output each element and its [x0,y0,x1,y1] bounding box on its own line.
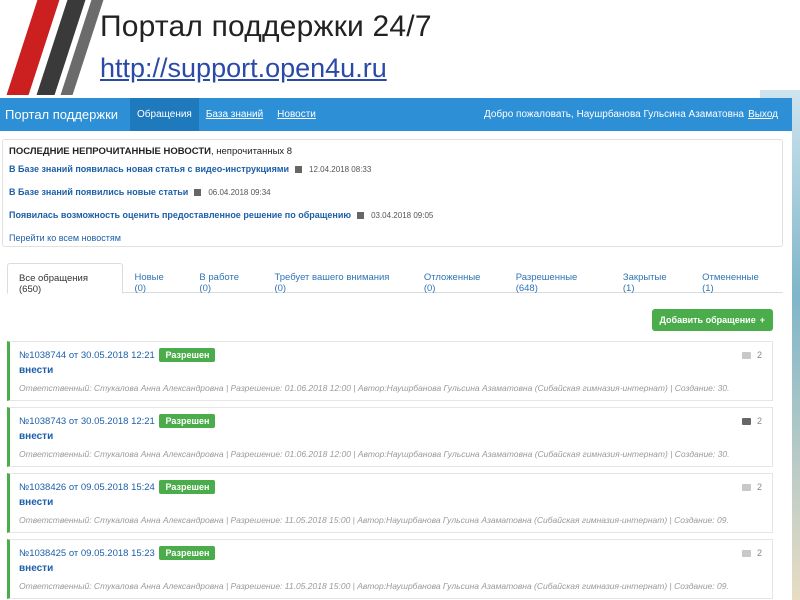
ticket-number[interactable]: №1038744 от 30.05.2018 12:21 [19,350,155,361]
news-item-link[interactable]: В Базе знаний появилась новая статья с в… [9,164,289,174]
add-request-label: Добавить обращение [659,315,756,325]
ticket-title[interactable]: внести [19,563,772,574]
status-badge: Разрешен [159,348,216,362]
ticket-number[interactable]: №1038743 от 30.05.2018 12:21 [19,416,155,427]
tab-postponed[interactable]: Отложенные (0) [413,263,505,294]
ticket-list: №1038744 от 30.05.2018 12:21 Разрешен вн… [7,341,773,600]
ticket-meta: Ответственный: Стукалова Анна Александро… [19,515,729,525]
ticket-card[interactable]: №1038426 от 09.05.2018 15:24 Разрешен вн… [7,473,773,533]
comment-count-value: 2 [756,350,762,360]
comment-count-value: 2 [756,416,762,426]
nav-requests[interactable]: Обращения [130,98,199,131]
ticket-header[interactable]: №1038425 от 09.05.2018 15:23 Разрешен [19,546,772,560]
news-unread-count: , непрочитанных 8 [211,146,293,157]
tab-closed[interactable]: Закрытые (1) [612,263,691,294]
all-news-link[interactable]: Перейти ко всем новостям [9,233,776,243]
comment-icon [741,352,751,359]
comment-count: 2 [741,416,762,426]
ticket-header[interactable]: №1038744 от 30.05.2018 12:21 Разрешен [19,348,772,362]
calendar-icon [357,212,365,219]
news-heading: ПОСЛЕДНИЕ НЕПРОЧИТАННЫЕ НОВОСТИ, непрочи… [9,146,776,157]
portal-window: Портал поддержки Обращения База знаний Н… [0,98,792,600]
nav-knowledge-base[interactable]: База знаний [199,98,270,131]
news-item-link[interactable]: В Базе знаний появились новые статьи [9,187,188,197]
top-navbar: Портал поддержки Обращения База знаний Н… [0,98,792,131]
news-item: В Базе знаний появилась новая статья с в… [9,164,776,174]
ticket-title[interactable]: внести [19,497,772,508]
news-item-date: 12.04.2018 08:33 [309,165,372,174]
slide-link[interactable]: http://support.open4u.ru [100,53,387,84]
tab-cancelled[interactable]: Отмененные (1) [691,263,783,294]
comment-count: 2 [741,482,762,492]
status-badge: Разрешен [159,480,216,494]
ticket-title[interactable]: внести [19,431,772,442]
news-heading-title: ПОСЛЕДНИЕ НЕПРОЧИТАННЫЕ НОВОСТИ [9,146,211,157]
news-item-link[interactable]: Появилась возможность оценить предоставл… [9,210,351,220]
ticket-number[interactable]: №1038426 от 09.05.2018 15:24 [19,482,155,493]
news-item: В Базе знаний появились новые статьи 06.0… [9,187,776,197]
comment-icon [741,484,751,491]
tab-new[interactable]: Новые (0) [123,263,188,294]
nav-news[interactable]: Новости [270,98,323,131]
comment-count-value: 2 [756,548,762,558]
comment-icon [741,550,751,557]
news-item-date: 06.04.2018 09:34 [208,188,271,197]
add-request-button[interactable]: Добавить обращение + [651,309,773,331]
comment-icon [741,418,751,425]
status-badge: Разрешен [159,414,216,428]
news-panel: ПОСЛЕДНИЕ НЕПРОЧИТАННЫЕ НОВОСТИ, непрочи… [2,139,783,247]
tab-all[interactable]: Все обращения (650) [7,263,124,295]
news-item: Появилась возможность оценить предоставл… [9,210,776,220]
comment-count: 2 [741,548,762,558]
comment-count: 2 [741,350,762,360]
logout-link[interactable]: Выход [748,109,778,120]
ticket-header[interactable]: №1038426 от 09.05.2018 15:24 Разрешен [19,480,772,494]
welcome-text: Добро пожаловать, Наушрбанова Гульсина А… [483,109,744,120]
tab-in-progress[interactable]: В работе (0) [188,263,263,294]
ticket-header[interactable]: №1038743 от 30.05.2018 12:21 Разрешен [19,414,772,428]
calendar-icon [295,166,303,173]
tab-needs-attention[interactable]: Требует вашего внимания (0) [263,263,412,294]
ticket-meta: Ответственный: Стукалова Анна Александро… [19,581,729,591]
slide-title: Портал поддержки 24/7 [100,10,432,43]
portal-brand[interactable]: Портал поддержки [0,107,130,122]
ticket-meta: Ответственный: Стукалова Анна Александро… [19,449,730,459]
ticket-card[interactable]: №1038425 от 09.05.2018 15:23 Разрешен вн… [7,539,773,599]
comment-count-value: 2 [756,482,762,492]
ticket-tabs: Все обращения (650) Новые (0) В работе (… [7,263,783,295]
ticket-meta: Ответственный: Стукалова Анна Александро… [19,383,730,393]
ticket-card[interactable]: №1038744 от 30.05.2018 12:21 Разрешен вн… [7,341,773,401]
ticket-card[interactable]: №1038743 от 30.05.2018 12:21 Разрешен вн… [7,407,773,467]
plus-icon: + [759,315,765,325]
calendar-icon [194,189,202,196]
tab-resolved[interactable]: Разрешенные (648) [505,263,612,294]
news-item-date: 03.04.2018 09:05 [371,211,434,220]
ticket-title[interactable]: внести [19,365,772,376]
status-badge: Разрешен [159,546,216,560]
ticket-number[interactable]: №1038425 от 09.05.2018 15:23 [19,548,155,559]
